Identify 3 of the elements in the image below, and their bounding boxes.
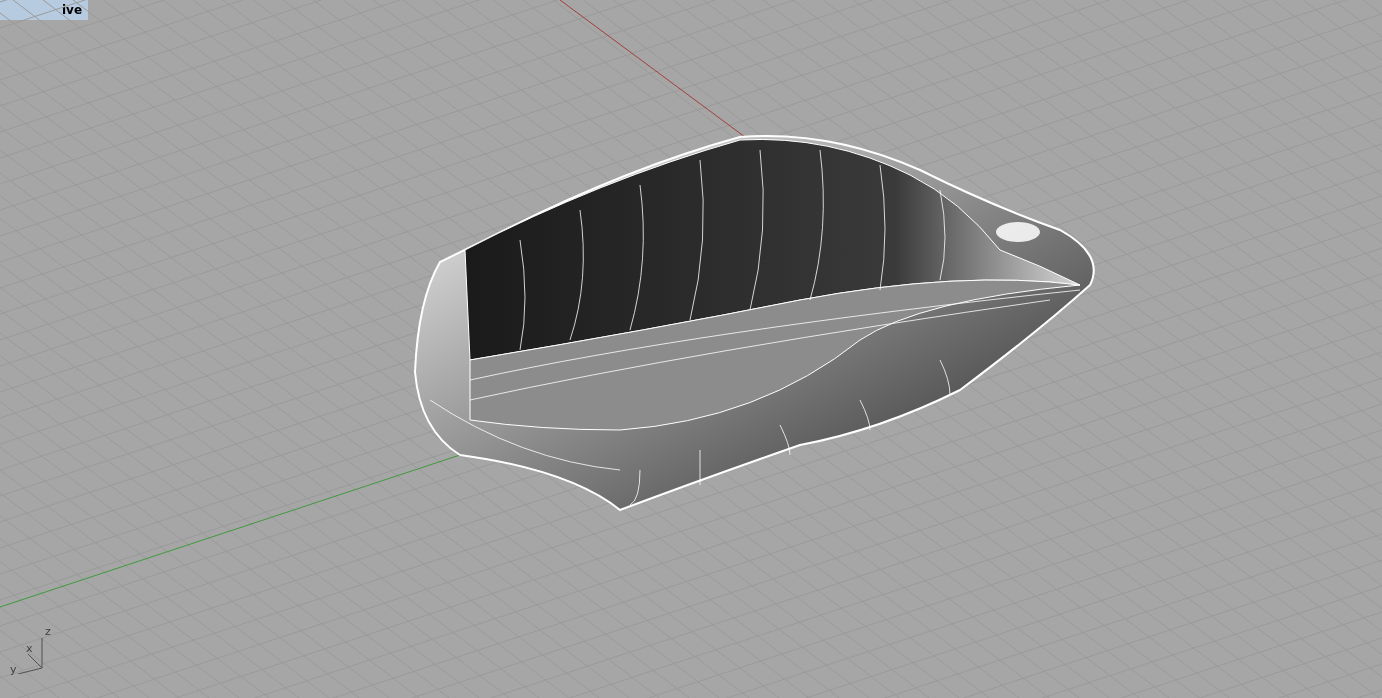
y-axis-label: y <box>10 664 17 675</box>
x-axis-label: x <box>26 643 33 654</box>
z-axis-label: z <box>45 626 51 637</box>
